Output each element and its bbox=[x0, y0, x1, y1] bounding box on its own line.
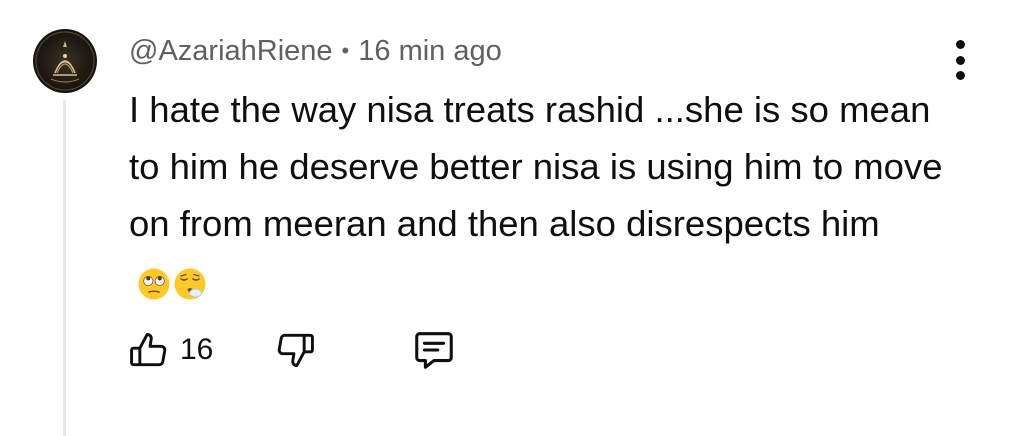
kebab-dot bbox=[955, 55, 965, 65]
meta-separator: • bbox=[341, 38, 350, 63]
kebab-dot bbox=[955, 40, 965, 49]
comment-body: I hate the way nisa treats rashid ...she… bbox=[129, 81, 949, 309]
face-exhaling-emoji-icon bbox=[174, 268, 206, 300]
thumbs-up-icon bbox=[130, 332, 167, 367]
comment-timestamp[interactable]: 16 min ago bbox=[358, 35, 502, 68]
reply-button[interactable] bbox=[410, 326, 458, 374]
thread-line bbox=[63, 100, 66, 436]
comment-text: I hate the way nisa treats rashid ...she… bbox=[129, 89, 943, 244]
like-count: 16 bbox=[180, 333, 214, 366]
like-button[interactable]: 16 bbox=[126, 326, 213, 374]
avatar[interactable] bbox=[33, 29, 97, 93]
more-vert-icon[interactable] bbox=[944, 40, 976, 80]
kebab-dot bbox=[955, 71, 965, 80]
comment-emojis bbox=[137, 267, 207, 301]
author-name[interactable]: @AzariahRiene bbox=[129, 35, 333, 68]
reply-icon bbox=[415, 332, 453, 369]
avatar-calligraphy-image bbox=[35, 31, 95, 91]
dislike-button[interactable] bbox=[272, 326, 318, 374]
face-with-rolling-eyes-emoji-icon bbox=[138, 268, 170, 300]
thumbs-down-icon bbox=[277, 333, 314, 368]
comment-meta: @AzariahRiene • 16 min ago bbox=[129, 31, 502, 71]
